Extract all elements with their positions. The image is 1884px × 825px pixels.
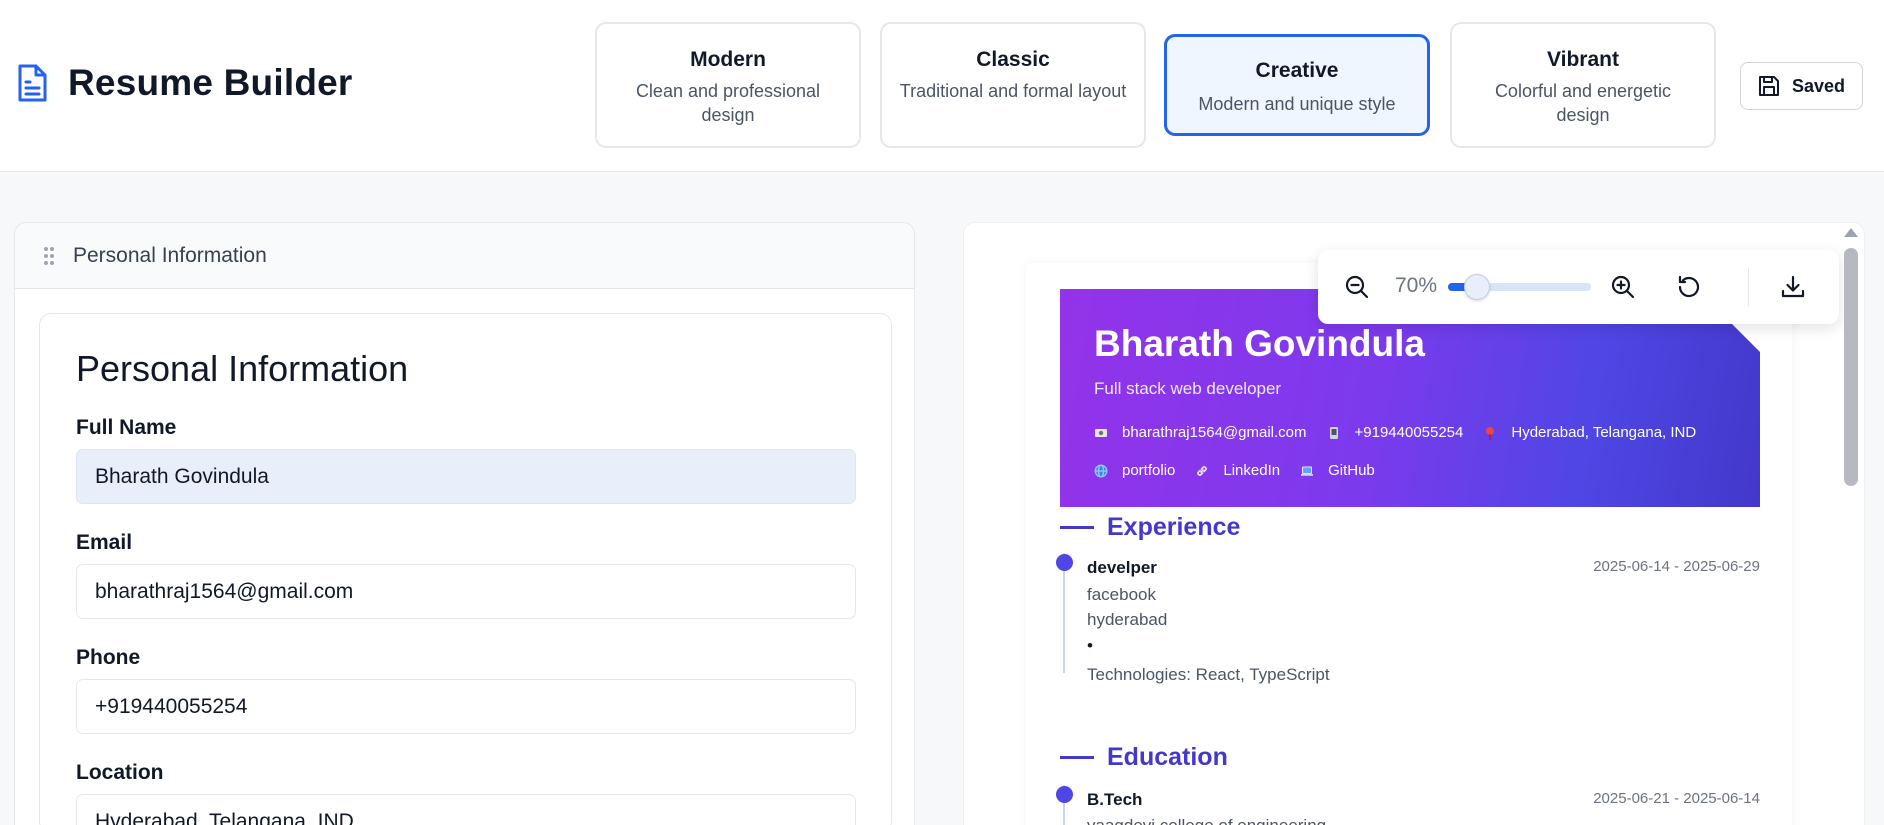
location-input[interactable]: Hyderabad, Telangana, IND (76, 794, 856, 825)
education-heading: Education (1107, 743, 1228, 771)
contact-location: Hyderabad, Telangana, IND (1511, 424, 1697, 441)
timeline-line (1063, 553, 1065, 673)
template-name: Classic (976, 48, 1050, 71)
contact-row-2: portfolio LinkedIn GitHub (1094, 462, 1395, 479)
globe-icon (1094, 463, 1108, 478)
template-modern-card[interactable]: Modern Clean and professional design (595, 22, 861, 148)
heading-accent-bar (1060, 756, 1094, 759)
timeline-dot (1056, 554, 1073, 571)
contact-github-link[interactable]: GitHub (1328, 462, 1375, 479)
experience-location: hyderabad (1087, 610, 1168, 629)
laptop-icon (1300, 464, 1314, 478)
email-label: Email (76, 531, 133, 554)
email-field-group: Email bharathraj1564@gmail.com (76, 531, 856, 619)
full-name-field-group: Full Name Bharath Govindula (76, 416, 856, 504)
mail-icon (1094, 426, 1108, 440)
zoom-slider[interactable] (1448, 274, 1591, 300)
zoom-slider-thumb[interactable] (1464, 274, 1490, 300)
education-degree: B.Tech (1087, 790, 1143, 809)
resume-page: Bharath Govindula Full stack web develop… (1026, 263, 1792, 825)
education-section-heading: Education (1060, 743, 1228, 772)
editor-panel: Personal Information Personal Informatio… (14, 222, 915, 825)
zoom-in-icon (1610, 274, 1636, 300)
scrollbar-thumb[interactable] (1844, 248, 1858, 486)
phone-icon (1327, 426, 1341, 440)
timeline-dot (1056, 786, 1073, 803)
location-field-group: Location Hyderabad, Telangana, IND (76, 761, 856, 825)
resume-name: Bharath Govindula (1094, 323, 1425, 364)
brand: Resume Builder (16, 62, 353, 104)
experience-section-heading: Experience (1060, 513, 1240, 542)
link-icon (1195, 464, 1209, 478)
template-description: Colorful and energetic design (1494, 81, 1672, 125)
template-classic-card[interactable]: Classic Traditional and formal layout (880, 22, 1146, 148)
template-description: Traditional and formal layout (899, 81, 1127, 101)
section-header[interactable]: Personal Information (15, 223, 914, 289)
education-school: vaagdevi college of engineering (1087, 816, 1326, 825)
zoom-out-button[interactable] (1342, 272, 1372, 302)
template-name: Creative (1255, 59, 1339, 82)
save-icon (1758, 75, 1780, 97)
zoom-in-button[interactable] (1608, 272, 1638, 302)
contact-portfolio-link[interactable]: portfolio (1122, 462, 1175, 479)
preview-toolbar: 70% (1318, 250, 1839, 324)
template-creative-card[interactable]: Creative Modern and unique style (1164, 34, 1430, 136)
template-vibrant-card[interactable]: Vibrant Colorful and energetic design (1450, 22, 1716, 148)
saved-button[interactable]: Saved (1740, 62, 1863, 110)
experience-role: develper (1087, 558, 1157, 577)
section-header-title: Personal Information (73, 243, 267, 267)
scroll-up-arrow-icon[interactable] (1844, 228, 1858, 237)
phone-input[interactable]: +919440055254 (76, 679, 856, 734)
resume-job-title: Full stack web developer (1094, 379, 1282, 398)
phone-field-group: Phone +919440055254 (76, 646, 856, 734)
app-header: Resume Builder Modern Clean and professi… (0, 0, 1884, 172)
template-name: Modern (690, 48, 766, 71)
contact-phone: +919440055254 (1354, 424, 1464, 441)
location-pin-icon (1483, 426, 1497, 440)
zoom-level-label: 70% (1395, 274, 1438, 297)
contact-row-1: bharathraj1564@gmail.com +919440055254 H… (1094, 424, 1716, 441)
zoom-out-icon (1344, 274, 1370, 300)
education-dates: 2025-06-21 - 2025-06-14 (1593, 790, 1760, 807)
template-description: Clean and professional design (635, 81, 821, 125)
drag-handle-icon[interactable] (43, 246, 55, 266)
full-name-label: Full Name (76, 416, 177, 439)
download-button[interactable] (1778, 272, 1808, 302)
contact-linkedin-link[interactable]: LinkedIn (1223, 462, 1280, 479)
experience-dates: 2025-06-14 - 2025-06-29 (1593, 558, 1760, 575)
form-title: Personal Information (76, 348, 409, 389)
download-icon (1780, 274, 1806, 300)
app-title: Resume Builder (68, 62, 353, 103)
experience-technologies: Technologies: React, TypeScript (1087, 665, 1330, 684)
experience-bullet: • (1087, 636, 1093, 655)
full-name-input[interactable]: Bharath Govindula (76, 449, 856, 504)
reset-zoom-button[interactable] (1674, 272, 1704, 302)
email-input[interactable]: bharathraj1564@gmail.com (76, 564, 856, 619)
toolbar-divider (1748, 268, 1749, 306)
file-text-icon (16, 63, 48, 103)
heading-accent-bar (1060, 526, 1094, 529)
reset-icon (1676, 274, 1702, 300)
saved-label: Saved (1791, 75, 1846, 96)
experience-heading: Experience (1107, 513, 1241, 541)
template-description: Modern and unique style (1198, 94, 1396, 114)
preview-scrollbar[interactable] (1842, 222, 1860, 825)
contact-email[interactable]: bharathraj1564@gmail.com (1122, 424, 1307, 441)
phone-label: Phone (76, 646, 141, 669)
template-name: Vibrant (1547, 48, 1619, 71)
personal-info-form: Personal Information Full Name Bharath G… (39, 313, 892, 825)
location-label: Location (76, 761, 164, 784)
experience-company: facebook (1087, 585, 1156, 604)
